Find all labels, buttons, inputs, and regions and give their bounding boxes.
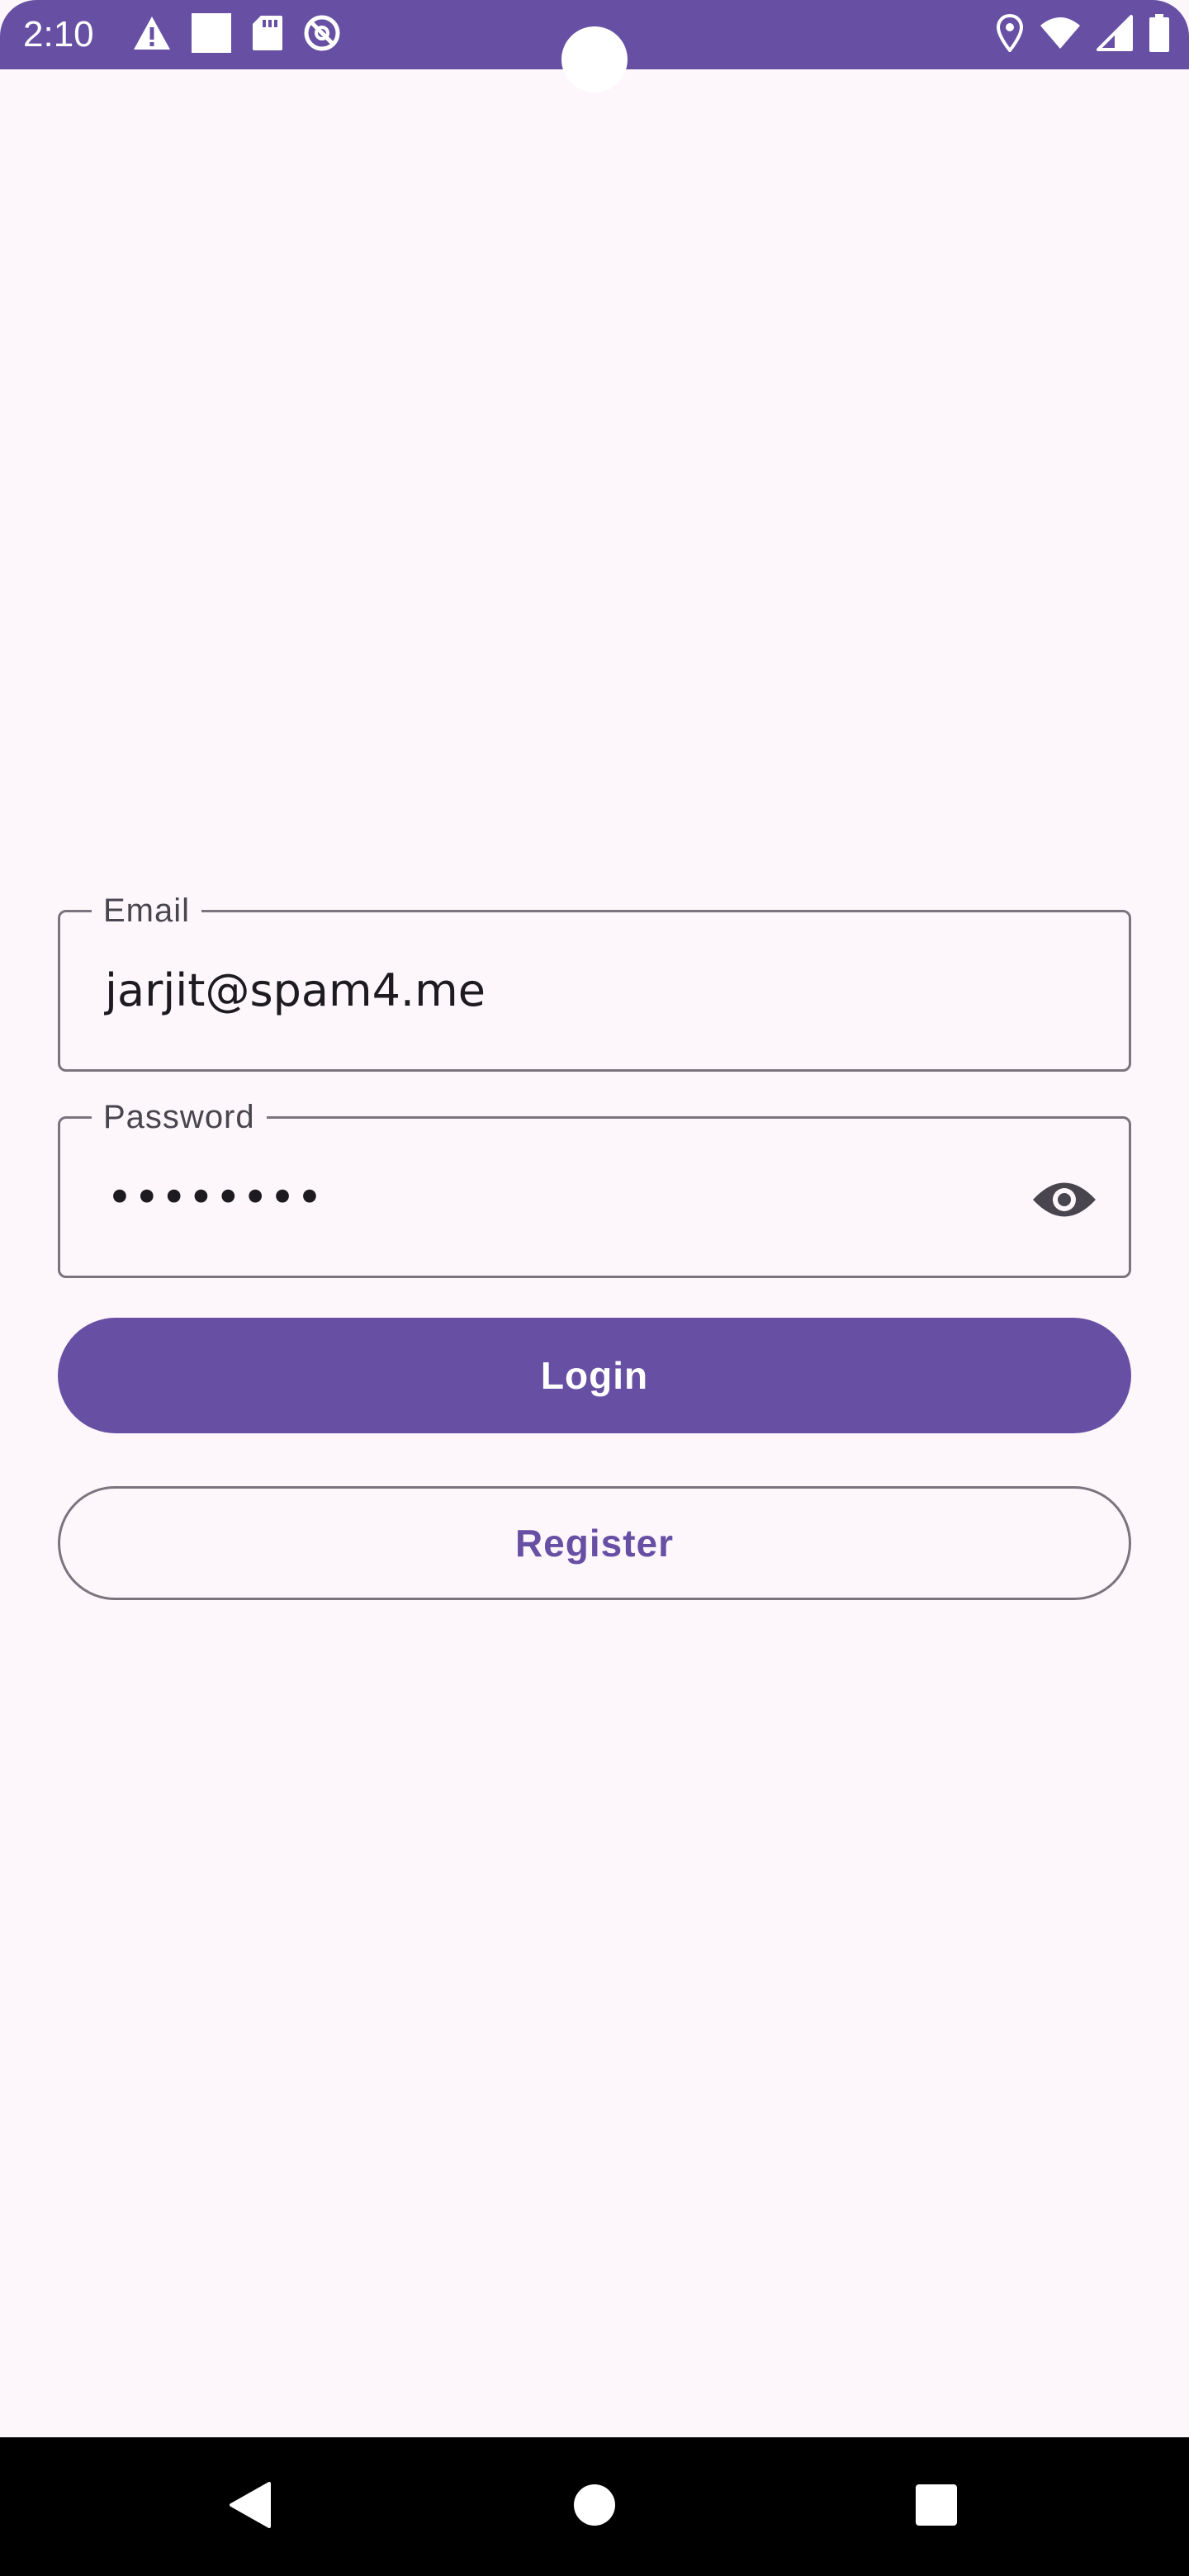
password-input[interactable]: •••••••• — [107, 1175, 324, 1221]
location-icon — [996, 13, 1024, 56]
home-icon — [572, 2483, 617, 2531]
login-button[interactable]: Login — [58, 1318, 1131, 1433]
status-time: 2:10 — [23, 14, 94, 54]
password-visibility-toggle[interactable] — [1031, 1168, 1097, 1234]
cell-signal-icon — [1097, 14, 1133, 55]
wifi-icon — [1039, 16, 1082, 54]
battery-icon — [1148, 13, 1171, 57]
email-input[interactable]: jarjit@spam4.me — [105, 962, 486, 1020]
password-field[interactable]: Password •••••••• — [58, 1096, 1131, 1278]
register-button[interactable]: Register — [58, 1486, 1131, 1600]
status-notification-icons — [132, 12, 342, 59]
sd-card-icon — [251, 14, 284, 56]
camera-cutout — [561, 26, 628, 92]
navigation-bar — [0, 2437, 1189, 2576]
warning-icon — [132, 15, 172, 55]
do-not-disturb-icon — [302, 13, 342, 57]
square-notification-icon — [190, 12, 233, 59]
recents-button[interactable] — [870, 2437, 1002, 2576]
password-label: Password — [92, 1096, 267, 1139]
email-field[interactable]: Email jarjit@spam4.me — [58, 889, 1131, 1072]
eye-icon — [1031, 1177, 1097, 1226]
recents-icon — [914, 2483, 959, 2531]
email-label: Email — [92, 889, 202, 932]
home-button[interactable] — [528, 2437, 661, 2576]
login-screen: 2:10 Email jarjit@spam4.me Password ••••… — [0, 0, 1189, 2576]
back-button[interactable] — [183, 2437, 315, 2576]
status-bar: 2:10 — [0, 0, 1189, 92]
back-icon — [226, 2480, 272, 2534]
status-system-icons — [996, 13, 1171, 56]
